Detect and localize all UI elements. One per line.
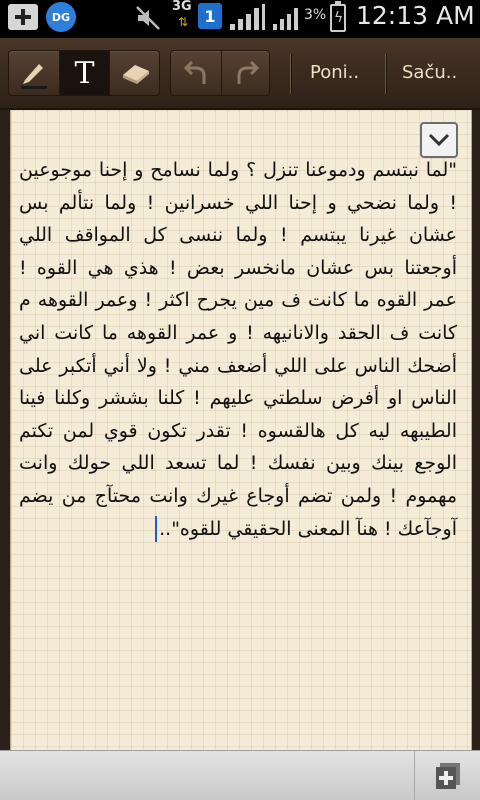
- network-type: 3G: [172, 0, 192, 14]
- redo-button[interactable]: [221, 51, 271, 95]
- signal-icon: [230, 4, 265, 30]
- text-tool-icon: T: [74, 55, 95, 91]
- eraser-button[interactable]: [109, 51, 161, 95]
- sim-indicator: 1: [198, 3, 222, 29]
- bottom-bar: [0, 750, 480, 800]
- undo-button[interactable]: [171, 51, 221, 95]
- toolbar-divider: [385, 54, 386, 94]
- battery-percent: 3%: [304, 7, 327, 23]
- add-page-button[interactable]: [414, 751, 480, 800]
- data-activity-icon: ⇅: [178, 15, 189, 29]
- pen-button[interactable]: [9, 51, 59, 95]
- toolbar: T Poni.. Saču..: [0, 38, 480, 110]
- battery-icon: ϟ: [330, 1, 346, 32]
- signal-icon-2: [273, 8, 298, 30]
- note-text: "لما نبتسم ودموعنا تنزل ؟ ولما نسامح و إ…: [19, 159, 457, 540]
- mute-icon: [136, 6, 160, 30]
- add-page-icon: [435, 763, 460, 789]
- canvas-area: "لما نبتسم ودموعنا تنزل ؟ ولما نسامح و إ…: [0, 110, 480, 750]
- chevron-down-icon: [428, 133, 450, 147]
- app-notification-icon: DG: [46, 2, 76, 32]
- text-tool-button[interactable]: T: [59, 51, 109, 95]
- save-button[interactable]: Saču..: [402, 62, 457, 83]
- redo-icon: [237, 60, 259, 84]
- text-box[interactable]: "لما نبتسم ودموعنا تنزل ؟ ولما نسامح و إ…: [13, 154, 467, 545]
- clock: 12:13 AM: [356, 1, 475, 30]
- add-notification-icon: [8, 4, 38, 30]
- note-paper[interactable]: "لما نبتسم ودموعنا تنزل ؟ ولما نسامح و إ…: [10, 110, 472, 750]
- history-group: [170, 50, 270, 96]
- toolbar-divider: [290, 54, 291, 94]
- tool-group: T: [8, 50, 160, 96]
- text-cursor: [155, 516, 158, 543]
- poni-button[interactable]: Poni..: [310, 62, 359, 83]
- undo-icon: [183, 60, 206, 84]
- pen-icon: [21, 64, 47, 89]
- status-bar: DG 3G ⇅ 1 3% ϟ 12:13 AM: [0, 0, 480, 38]
- collapse-button[interactable]: [420, 122, 458, 158]
- eraser-icon: [122, 65, 149, 84]
